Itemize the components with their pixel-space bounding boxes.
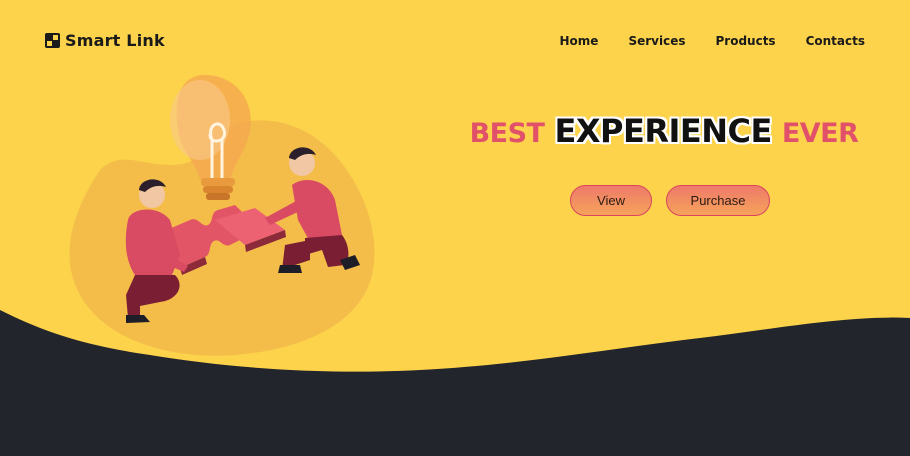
checkered-square-icon	[45, 33, 60, 48]
headline-word-right: Ever	[781, 118, 859, 149]
brand-logo[interactable]: Smart Link	[45, 31, 165, 50]
purchase-button[interactable]: Purchase	[666, 185, 770, 216]
view-button[interactable]: View	[570, 185, 652, 216]
nav-item-home[interactable]: Home	[560, 34, 599, 48]
brand-name: Smart Link	[65, 31, 165, 50]
nav-item-products[interactable]: Products	[715, 34, 775, 48]
teamwork-puzzle-illustration	[69, 75, 375, 356]
hero-buttons: View Purchase	[570, 185, 770, 216]
headline-word-main: Experience	[554, 112, 772, 150]
hero-headline: Best Experience Ever	[470, 112, 859, 150]
main-nav: Home Services Products Contacts	[560, 34, 865, 48]
headline-word-left: Best	[469, 118, 545, 149]
nav-item-services[interactable]: Services	[628, 34, 685, 48]
nav-item-contacts[interactable]: Contacts	[806, 34, 865, 48]
